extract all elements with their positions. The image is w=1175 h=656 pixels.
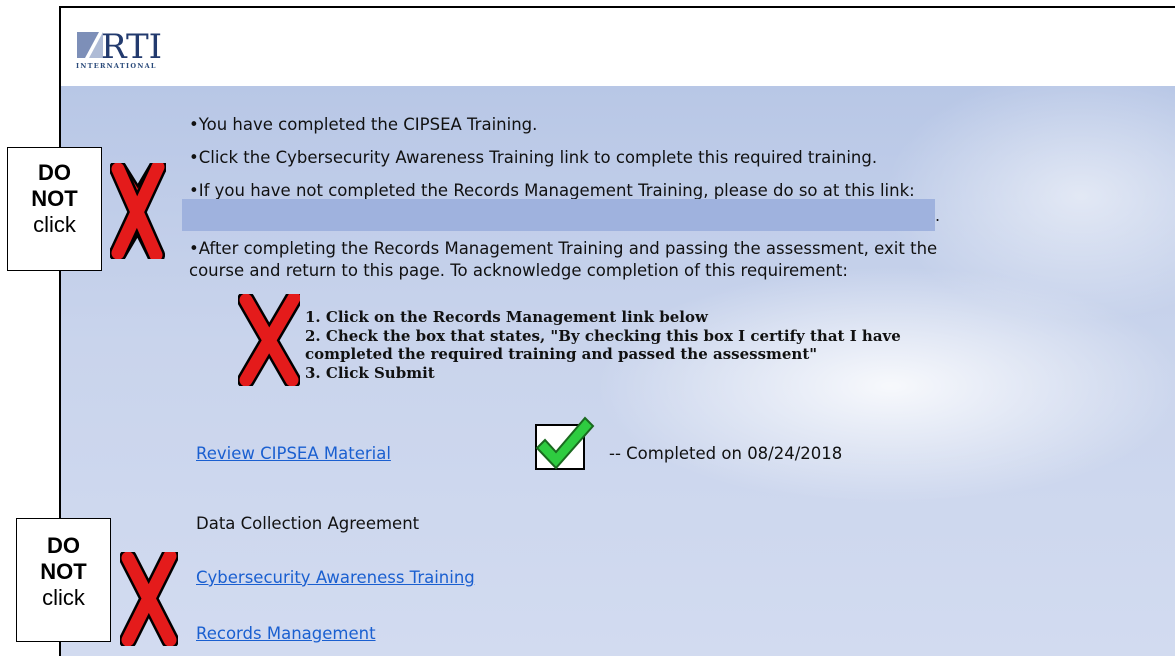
step-3: 3. Click Submit (305, 363, 435, 382)
records-management-link[interactable]: Records Management (196, 624, 376, 643)
step-2-cont: completed the required training and pass… (305, 345, 818, 363)
do-not-click-note-bottom: DO NOT click (16, 518, 111, 642)
instruction-steps: 1. Click on the Records Management link … (305, 308, 901, 382)
bullet-after-completing-cont: course and return to this page. To ackno… (189, 261, 848, 280)
red-x-icon (110, 163, 166, 259)
data-collection-agreement-label: Data Collection Agreement (196, 514, 420, 533)
rti-logo: RTI INTERNATIONAL (75, 24, 185, 72)
redacted-link-area (182, 199, 935, 231)
do-not-click-note-top: DO NOT click (7, 147, 102, 271)
bullet-after-completing: •After completing the Records Management… (189, 239, 938, 258)
step-1: 1. Click on the Records Management link … (305, 308, 708, 326)
cybersecurity-training-link[interactable]: Cybersecurity Awareness Training (196, 568, 475, 587)
bullet-click-cybersecurity: •Click the Cybersecurity Awareness Train… (189, 148, 878, 167)
completed-status: -- Completed on 08/24/2018 (609, 444, 843, 463)
logo-subtext: INTERNATIONAL (76, 62, 157, 70)
rti-logo-mark: RTI (77, 27, 162, 62)
page-frame: RTI INTERNATIONAL •You have completed th… (59, 6, 1175, 656)
bullet-completed-cipsea: •You have completed the CIPSEA Training. (189, 115, 538, 134)
review-cipsea-link[interactable]: Review CIPSEA Material (196, 444, 391, 463)
main-content: •You have completed the CIPSEA Training.… (61, 86, 1175, 656)
header: RTI INTERNATIONAL (61, 8, 1175, 86)
logo-text: RTI (101, 27, 162, 62)
green-check-icon (535, 416, 595, 470)
step-2: 2. Check the box that states, "By checki… (305, 326, 901, 345)
bullet-records-link: •If you have not completed the Records M… (189, 181, 915, 200)
redaction-trailing-period: . (935, 206, 941, 225)
red-x-icon (120, 552, 178, 646)
red-x-icon (238, 294, 300, 386)
